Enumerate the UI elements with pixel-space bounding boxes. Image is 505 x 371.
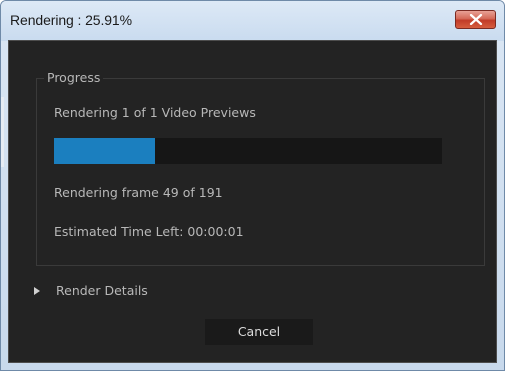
- progress-bar: [54, 138, 442, 164]
- title-bar[interactable]: Rendering : 25.91%: [1, 1, 504, 41]
- close-button[interactable]: [455, 10, 496, 29]
- progress-bar-fill: [54, 138, 155, 164]
- window-edge-highlight: [1, 97, 4, 167]
- frame-status-text: Rendering frame 49 of 191: [54, 185, 223, 200]
- time-left-text: Estimated Time Left: 00:00:01: [54, 224, 244, 239]
- disclosure-triangle-icon: [34, 286, 40, 295]
- rendering-status-text: Rendering 1 of 1 Video Previews: [54, 105, 256, 120]
- render-details-label: Render Details: [56, 283, 148, 298]
- render-dialog-window: Rendering : 25.91% Progress Rendering 1 …: [0, 0, 505, 371]
- cancel-button[interactable]: Cancel: [205, 319, 313, 345]
- render-details-toggle[interactable]: Render Details: [34, 283, 148, 298]
- progress-group-label: Progress: [44, 70, 104, 85]
- close-icon: [469, 14, 483, 25]
- dialog-content: Progress Rendering 1 of 1 Video Previews…: [8, 40, 497, 363]
- window-title: Rendering : 25.91%: [10, 12, 132, 28]
